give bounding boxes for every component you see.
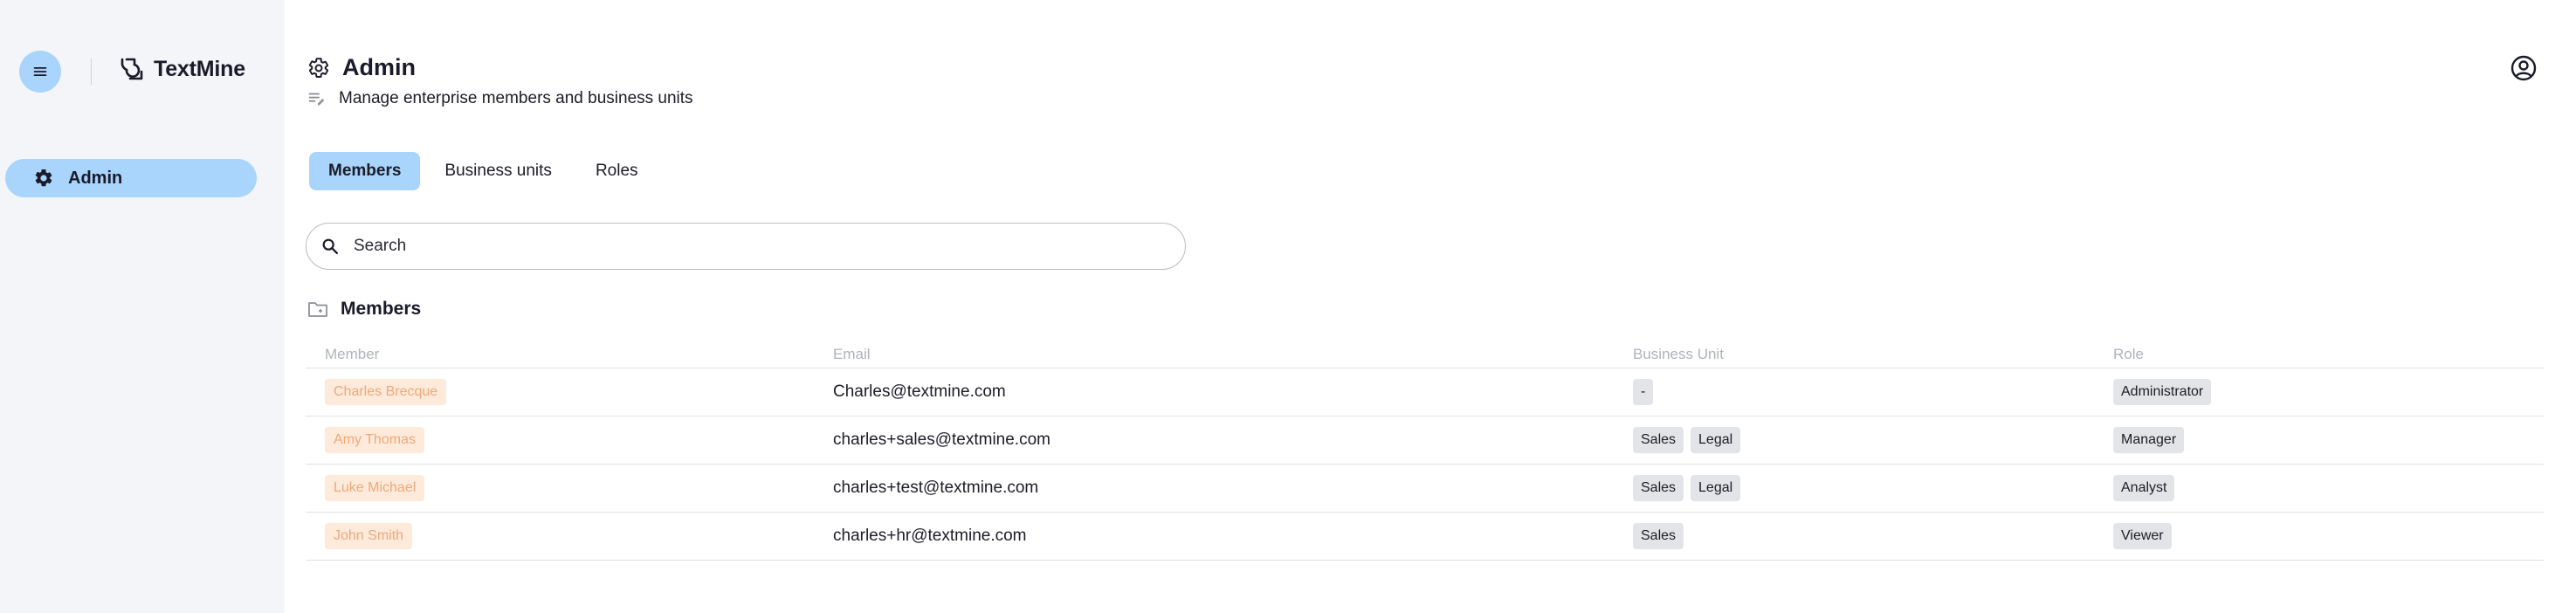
member-name-chip[interactable]: John Smith — [325, 523, 413, 549]
page-subtitle: Manage enterprise members and business u… — [339, 89, 693, 107]
email-cell: charles+test@textmine.com — [833, 465, 1038, 512]
folder-icon — [308, 302, 327, 317]
business-unit-tag: Legal — [1691, 475, 1741, 501]
brand-logo[interactable]: TextMine — [119, 56, 245, 82]
business-unit-tag: Sales — [1633, 523, 1684, 549]
column-header-email[interactable]: Email — [833, 346, 871, 363]
tab-bar: Members Business units Roles — [309, 152, 658, 190]
tab-business-units[interactable]: Business units — [425, 152, 571, 190]
member-email: charles+hr@textmine.com — [833, 527, 1027, 545]
role-cell: Administrator — [2113, 368, 2212, 416]
table-row[interactable]: Amy Thomas charles+sales@textmine.com Sa… — [306, 417, 2544, 465]
table-header: Member Email Business Unit Role — [306, 342, 2544, 368]
role-cell: Analyst — [2113, 465, 2175, 512]
role-tag: Viewer — [2113, 523, 2172, 549]
role-cell: Manager — [2113, 417, 2185, 464]
search-icon — [322, 238, 338, 254]
hamburger-icon — [33, 66, 47, 77]
member-name-chip[interactable]: Amy Thomas — [325, 427, 424, 453]
account-circle-icon[interactable] — [2510, 54, 2538, 82]
gear-icon — [35, 169, 52, 187]
page-title: Admin — [342, 54, 416, 80]
business-unit-tag: Sales — [1633, 427, 1684, 453]
page-subtitle-row: Manage enterprise members and business u… — [307, 89, 693, 108]
business-unit-cell: Sales — [1633, 513, 1684, 560]
member-email: charles+sales@textmine.com — [833, 430, 1050, 449]
member-cell: Luke Michael — [325, 465, 425, 512]
search-input[interactable] — [354, 237, 1140, 256]
members-table: Member Email Business Unit Role Charles … — [306, 342, 2544, 561]
search-box[interactable] — [306, 223, 1186, 270]
page-header: Admin — [307, 54, 416, 81]
members-section-header: Members — [307, 299, 421, 320]
business-unit-cell: Sales Legal — [1633, 417, 1741, 464]
member-cell: Charles Brecque — [325, 368, 447, 416]
member-cell: Amy Thomas — [325, 417, 424, 464]
email-cell: Charles@textmine.com — [833, 368, 1006, 416]
email-cell: charles+sales@textmine.com — [833, 417, 1050, 464]
brand-name: TextMine — [154, 56, 245, 81]
business-unit-cell: - — [1633, 368, 1654, 416]
textmine-logo-icon — [121, 58, 143, 80]
tab-roles[interactable]: Roles — [576, 152, 658, 190]
role-tag: Analyst — [2113, 475, 2175, 501]
section-title: Members — [341, 299, 422, 319]
sidebar-item-admin[interactable]: Admin — [5, 159, 257, 197]
brand-divider — [91, 59, 92, 85]
member-email: Charles@textmine.com — [833, 382, 1006, 401]
business-unit-tag: Sales — [1633, 475, 1684, 501]
table-row[interactable]: Luke Michael charles+test@textmine.com S… — [306, 465, 2544, 513]
email-cell: charles+hr@textmine.com — [833, 513, 1027, 560]
member-email: charles+test@textmine.com — [833, 479, 1039, 497]
table-row[interactable]: Charles Brecque Charles@textmine.com - A… — [306, 368, 2544, 417]
column-header-member[interactable]: Member — [325, 346, 379, 363]
role-tag: Administrator — [2113, 379, 2212, 405]
member-name-chip[interactable]: Charles Brecque — [325, 379, 447, 405]
business-unit-cell: Sales Legal — [1633, 465, 1741, 512]
sidebar-item-label: Admin — [68, 168, 123, 188]
gear-outline-icon — [308, 57, 329, 78]
column-header-business-unit[interactable]: Business Unit — [1633, 346, 1724, 363]
sidebar: TextMine Admin — [0, 0, 285, 613]
role-cell: Viewer — [2113, 513, 2172, 560]
menu-button[interactable] — [19, 51, 61, 93]
business-unit-tag: Legal — [1691, 427, 1741, 453]
member-cell: John Smith — [325, 513, 413, 560]
tab-members[interactable]: Members — [309, 152, 421, 190]
member-name-chip[interactable]: Luke Michael — [325, 475, 425, 501]
role-tag: Manager — [2113, 427, 2185, 453]
business-unit-tag: - — [1633, 379, 1654, 405]
edit-notes-icon — [308, 93, 325, 106]
column-header-role[interactable]: Role — [2113, 346, 2144, 363]
table-row[interactable]: John Smith charles+hr@textmine.com Sales… — [306, 513, 2544, 561]
